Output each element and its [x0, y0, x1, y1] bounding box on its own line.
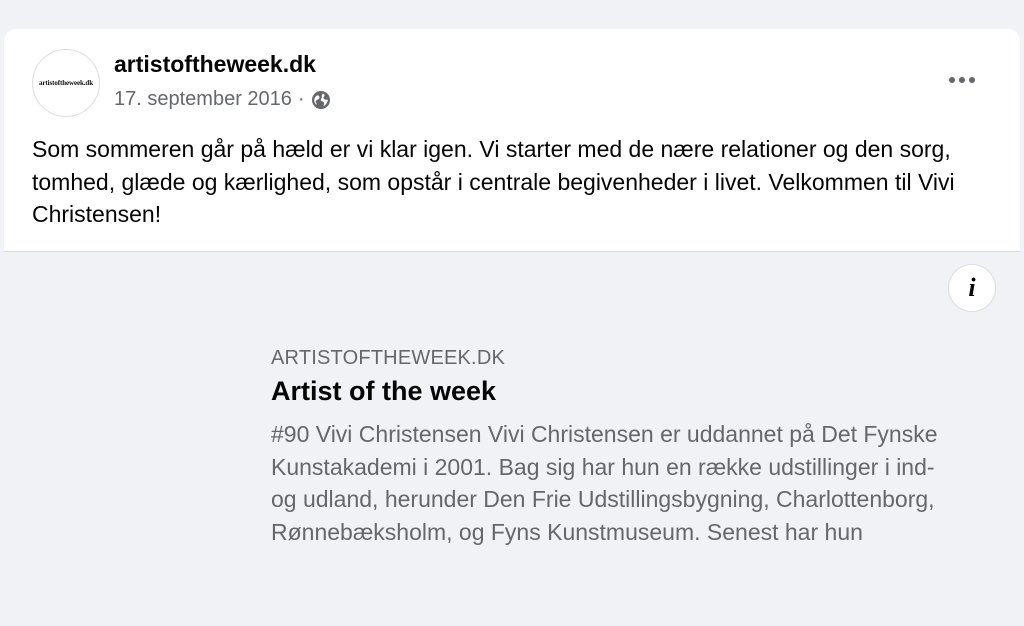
- link-description: #90 Vivi Christensen Vivi Christensen er…: [271, 421, 938, 545]
- more-dot: [949, 77, 955, 83]
- post-header: artistoftheweek.dk artistoftheweek.dk 17…: [4, 29, 1020, 119]
- avatar-logo-text: artistoftheweek.dk: [39, 79, 93, 87]
- page-name-link[interactable]: artistoftheweek.dk: [114, 51, 316, 78]
- avatar[interactable]: artistoftheweek.dk: [32, 49, 100, 117]
- post-text: Som sommeren går på hæld er vi klar igen…: [32, 136, 955, 227]
- meta-separator: ·: [297, 88, 305, 110]
- post-date-link[interactable]: 17. september 2016: [114, 88, 292, 111]
- link-domain: ARTISTOFTHEWEEK.DK: [271, 347, 506, 369]
- globe-icon[interactable]: [311, 90, 331, 110]
- post-meta: 17. september 2016 ·: [114, 88, 331, 111]
- post-card: artistoftheweek.dk artistoftheweek.dk 17…: [4, 29, 1020, 626]
- info-icon[interactable]: i: [948, 264, 996, 312]
- info-glyph: i: [968, 273, 976, 302]
- link-preview[interactable]: i ARTISTOFTHEWEEK.DK Artist of the week …: [4, 251, 1020, 626]
- more-dot: [959, 77, 965, 83]
- more-dot: [969, 77, 975, 83]
- more-options-icon[interactable]: [944, 69, 980, 91]
- link-title[interactable]: Artist of the week: [271, 376, 496, 407]
